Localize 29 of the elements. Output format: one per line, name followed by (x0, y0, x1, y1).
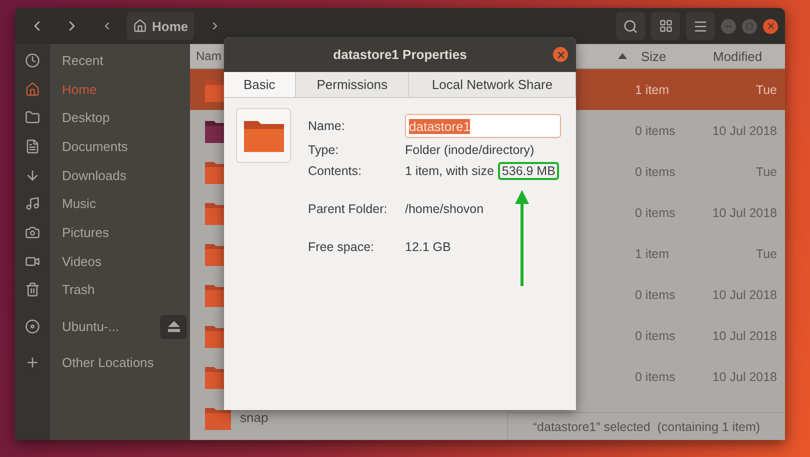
property-value: Folder (inode/directory) (405, 143, 534, 157)
size-cell: 0 items (635, 288, 676, 302)
dialog-title: datastore1 Properties (333, 47, 467, 62)
size-cell: 0 items (635, 206, 676, 220)
property-label: Contents: (308, 164, 363, 178)
size-cell: 0 items (635, 370, 676, 384)
property-label: Free space: (308, 240, 376, 254)
file-name: snap (240, 410, 268, 425)
size-cell: 0 items (635, 124, 676, 138)
modified-cell: Tue (756, 164, 777, 178)
property-label: Type: (308, 143, 340, 157)
property-value: 12.1 GB (405, 240, 451, 254)
modified-cell: Tue (756, 246, 777, 260)
status-bar: “datastore1” selected (containing 1 item) (507, 412, 785, 440)
modified-cell: 10 Jul 2018 (712, 124, 777, 138)
property-value: 1 item, with size (405, 164, 494, 178)
size-cell: 0 items (635, 164, 676, 178)
modified-cell: 10 Jul 2018 (712, 288, 777, 302)
property-label: Name: (308, 119, 346, 133)
highlighted-size: 536.9 MB (498, 162, 560, 180)
modified-cell: 10 Jul 2018 (712, 370, 777, 384)
property-value: /home/shovon (405, 202, 484, 216)
modified-cell: Tue (756, 82, 777, 96)
size-cell: 1 item (635, 82, 670, 96)
size-cell: 0 items (635, 328, 676, 342)
modified-cell: 10 Jul 2018 (712, 328, 777, 342)
property-label: Parent Folder: (308, 202, 388, 216)
size-cell: 1 item (635, 246, 670, 260)
modified-cell: 10 Jul 2018 (712, 206, 777, 220)
